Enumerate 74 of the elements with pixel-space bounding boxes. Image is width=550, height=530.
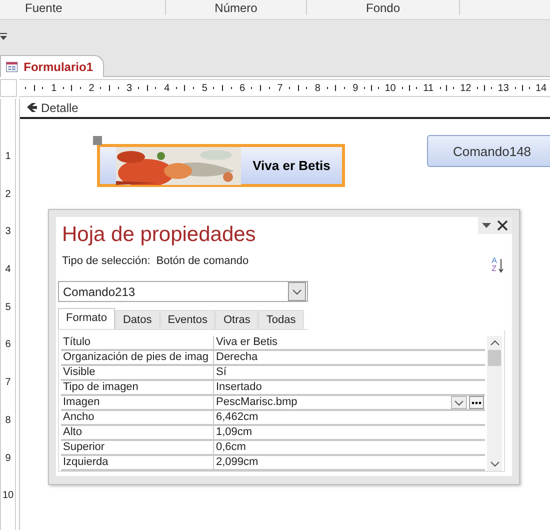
property-name: Izquierda	[61, 456, 214, 469]
property-name: Título	[61, 336, 214, 349]
ruler-number: 11	[423, 82, 434, 94]
tab[interactable]: Eventos	[160, 310, 216, 329]
ruler-number: 2	[88, 82, 94, 94]
property-name: Tipo de imagen	[61, 381, 214, 394]
property-name: Ancho	[61, 411, 214, 424]
ruler-number: 7	[277, 82, 283, 94]
move-handle[interactable]	[93, 136, 102, 145]
property-value[interactable]: Sí	[214, 366, 485, 379]
property-value[interactable]: 1,09cm	[214, 426, 485, 439]
ruler-number: 13	[498, 82, 509, 94]
property-value[interactable]: 6,462cm	[214, 411, 485, 424]
ruler-number: 6	[5, 340, 11, 350]
property-name: Imagen	[61, 396, 214, 409]
ruler-number: 1	[51, 82, 57, 94]
group-label: Fondo	[366, 0, 400, 14]
sort-button[interactable]: A Z	[492, 257, 504, 273]
scroll-down-icon	[490, 461, 500, 467]
property-value[interactable]: Viva er Betis	[214, 336, 485, 349]
property-name: Visible	[61, 366, 214, 379]
ruler-number: 10	[2, 491, 14, 502]
property-value[interactable]: Derecha	[214, 351, 485, 364]
property-value[interactable]: 2,099cm	[214, 456, 485, 469]
panel-title: Hoja de propiedades	[62, 223, 256, 247]
customize-icon[interactable]	[0, 32, 7, 40]
ruler-corner	[0, 79, 17, 97]
dropdown-icon	[482, 223, 491, 228]
ruler-number: 4	[164, 82, 170, 94]
ruler-number: 4	[5, 265, 11, 276]
scroll-thumb[interactable]	[488, 350, 501, 366]
property-name: Alto	[61, 426, 214, 439]
form-icon	[6, 60, 18, 74]
ruler-number: 5	[202, 82, 208, 94]
ellipsis-icon	[471, 400, 482, 404]
ruler-number: 12	[460, 82, 472, 94]
ruler-number: 2	[5, 190, 11, 200]
command-button[interactable]: Comando148	[427, 135, 550, 167]
close-icon	[497, 220, 508, 231]
property-name: Superior	[61, 441, 214, 454]
ruler-number: 14	[535, 82, 547, 94]
chevron-down-icon	[454, 400, 464, 406]
tab[interactable]: Datos	[114, 310, 160, 329]
tab[interactable]: Formato	[58, 308, 115, 329]
ruler-number: 8	[314, 82, 320, 94]
selection-type-label: Tipo de selección:	[62, 255, 150, 267]
property-value[interactable]: Insertado	[214, 381, 485, 394]
ruler-number: 7	[5, 378, 11, 388]
section-arrow-icon	[26, 103, 37, 113]
tab[interactable]: Todas	[258, 310, 304, 329]
builder-button[interactable]	[469, 396, 484, 409]
down-arrow-icon	[498, 258, 504, 273]
tab[interactable]: Otras	[215, 310, 258, 329]
object-dropdown[interactable]: Comando213	[58, 281, 308, 302]
ruler-number: 5	[5, 302, 11, 313]
ruler-number: 10	[384, 82, 396, 94]
ruler-number: 9	[352, 82, 358, 94]
property-value[interactable]: PescMarisc.bmp	[214, 396, 485, 409]
ruler-number: 6	[240, 82, 246, 94]
scrollbar[interactable]	[487, 336, 502, 471]
scroll-up-icon	[490, 340, 500, 346]
chevron-down-icon	[292, 288, 302, 294]
picture-button[interactable]: Viva er Betis	[97, 144, 345, 187]
property-name: Organización de pies de imag	[61, 351, 214, 364]
document-tab[interactable]: Formulario1	[0, 55, 104, 77]
selection-type-value: Botón de comando	[156, 255, 250, 267]
ruler-number: 3	[126, 82, 132, 94]
ruler-number: 8	[5, 416, 11, 426]
property-value[interactable]: 0,6cm	[214, 441, 485, 454]
group-label: Número	[214, 0, 258, 14]
ruler-number: 1	[5, 152, 11, 162]
group-label: Fuente	[25, 0, 62, 14]
ruler-number: 9	[5, 454, 11, 464]
ruler-number: 3	[5, 227, 11, 238]
